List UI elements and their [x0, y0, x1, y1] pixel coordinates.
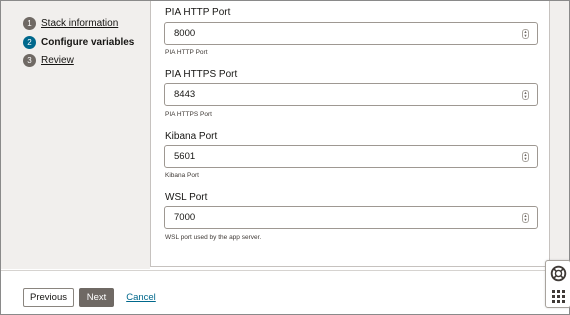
previous-button[interactable]: Previous [23, 288, 74, 307]
wizard-steps-panel: 1 Stack information 2 Configure variable… [1, 1, 150, 269]
kibana-port-help: Kibana Port [165, 172, 199, 179]
spinner-arrows-icon[interactable]: ▲ ▼ [522, 152, 529, 162]
pia-https-port-input[interactable]: 8443 ▲ ▼ [164, 83, 538, 106]
step-review[interactable]: 3 Review [23, 53, 74, 67]
kibana-port-input[interactable]: 5601 ▲ ▼ [164, 145, 538, 168]
field-value: 8443 [174, 89, 196, 100]
field-value: 7000 [174, 212, 196, 223]
step-number-badge: 2 [23, 35, 36, 49]
pia-http-port-input[interactable]: 8000 ▲ ▼ [164, 22, 538, 45]
wizard-footer: Previous Next Cancel [1, 270, 569, 314]
spinner-arrows-icon[interactable]: ▲ ▼ [522, 29, 529, 39]
pia-http-port-help: PIA HTTP Port [165, 49, 208, 56]
wsl-port-help: WSL port used by the app server. [165, 234, 262, 241]
step-label: Configure variables [41, 36, 135, 48]
grid-icon[interactable] [552, 290, 565, 303]
wsl-port-input[interactable]: 7000 ▲ ▼ [164, 206, 538, 229]
help-widget[interactable] [545, 260, 570, 308]
pia-http-port-label: PIA HTTP Port [165, 7, 231, 18]
pia-https-port-label: PIA HTTPS Port [165, 69, 238, 80]
step-label[interactable]: Review [41, 55, 74, 66]
variables-form: PIA HTTP Port 8000 ▲ ▼ PIA HTTP Port PIA … [150, 1, 550, 267]
step-number-badge: 3 [23, 53, 36, 67]
cancel-button[interactable]: Cancel [125, 288, 157, 307]
step-configure-variables: 2 Configure variables [23, 35, 134, 49]
pia-https-port-help: PIA HTTPS Port [165, 111, 212, 118]
spinner-arrows-icon[interactable]: ▲ ▼ [522, 90, 529, 100]
step-stack-information[interactable]: 1 Stack information [23, 16, 118, 30]
field-value: 8000 [174, 28, 196, 39]
wsl-port-label: WSL Port [165, 192, 208, 203]
field-value: 5601 [174, 151, 196, 162]
step-number-badge: 1 [23, 16, 36, 30]
kibana-port-label: Kibana Port [165, 131, 218, 142]
spinner-arrows-icon[interactable]: ▲ ▼ [522, 213, 529, 223]
stack-wizard: 1 Stack information 2 Configure variable… [1, 1, 570, 314]
lifebuoy-icon[interactable] [550, 265, 567, 282]
right-gutter [550, 1, 569, 269]
step-label[interactable]: Stack information [41, 18, 118, 29]
next-button[interactable]: Next [79, 288, 114, 307]
